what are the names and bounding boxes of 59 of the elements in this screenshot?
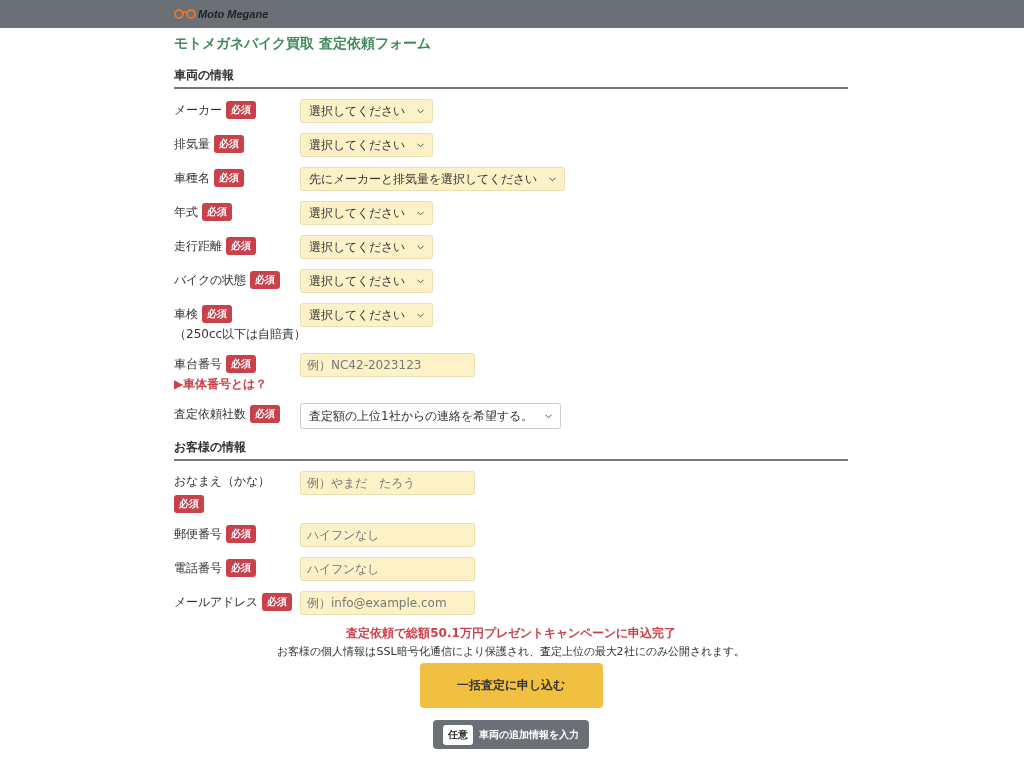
input-field[interactable]: 例）NC42-2023123 — [300, 353, 475, 377]
section-heading: お客様の情報 — [174, 439, 848, 461]
required-badge: 必須 — [226, 525, 256, 543]
select-field[interactable]: 選択してください — [300, 269, 433, 293]
field-label: おなまえ（かな） — [174, 473, 270, 490]
required-badge: 必須 — [226, 559, 256, 577]
input-field[interactable]: 例）やまだ たろう — [300, 471, 475, 495]
required-badge: 必須 — [262, 593, 292, 611]
select-field[interactable]: 選択してください — [300, 235, 433, 259]
required-badge: 必須 — [174, 495, 204, 513]
select-field[interactable]: 選択してください — [300, 133, 433, 157]
field-label: 郵便番号 — [174, 525, 222, 543]
field-label: メーカー — [174, 101, 222, 119]
field-label: 年式 — [174, 203, 198, 221]
input-field[interactable]: ハイフンなし — [300, 557, 475, 581]
select-field[interactable]: 選択してください — [300, 99, 433, 123]
field-label: 車種名 — [174, 169, 210, 187]
required-badge: 必須 — [250, 405, 280, 423]
chevron-icon — [417, 312, 424, 318]
chevron-icon — [417, 244, 424, 250]
additional-info-button[interactable]: 任意 車両の追加情報を入力 — [433, 720, 589, 749]
page-title: モトメガネバイク買取 査定依頼フォーム — [174, 35, 432, 53]
field-label: 排気量 — [174, 135, 210, 153]
required-badge: 必須 — [214, 169, 244, 187]
glasses-icon — [174, 9, 196, 19]
chevron-icon — [417, 278, 424, 284]
privacy-notice: お客様の個人情報はSSL暗号化通信により保護され、査定上位の最大2社にのみ公開されます。 — [277, 644, 745, 659]
select-field[interactable]: 選択してください — [300, 303, 433, 327]
required-badge: 必須 — [202, 203, 232, 221]
optional-tag: 任意 — [443, 724, 473, 745]
section-heading: 車両の情報 — [174, 67, 848, 89]
input-field[interactable]: ハイフンなし — [300, 523, 475, 547]
chevron-icon — [417, 142, 424, 148]
help-link[interactable]: ▶車体番号とは？ — [174, 376, 300, 393]
field-label: 車検 — [174, 305, 198, 323]
required-badge: 必須 — [226, 355, 256, 373]
chevron-icon — [544, 413, 552, 419]
select-field[interactable]: 先にメーカーと排気量を選択してください — [300, 167, 565, 191]
required-badge: 必須 — [214, 135, 244, 153]
chevron-icon — [417, 108, 424, 114]
required-badge: 必須 — [202, 305, 232, 323]
required-badge: 必須 — [226, 101, 256, 119]
field-label: 車台番号 — [174, 355, 222, 373]
field-label: バイクの状態 — [174, 271, 246, 289]
field-label: 走行距離 — [174, 237, 222, 255]
select-field[interactable]: 査定額の上位1社からの連絡を希望する。 — [300, 403, 561, 429]
button-label: 車両の追加情報を入力 — [479, 727, 579, 742]
input-field[interactable]: 例）info@example.com — [300, 591, 475, 615]
chevron-icon — [549, 176, 556, 182]
campaign-notice: 査定依頼で総額50.1万円プレゼントキャンペーンに申込完了 — [346, 625, 676, 642]
field-note: （250cc以下は自賠責） — [174, 326, 300, 343]
field-label: メールアドレス — [174, 593, 258, 611]
field-label: 電話番号 — [174, 559, 222, 577]
submit-button[interactable]: 一括査定に申し込む — [419, 663, 603, 708]
required-badge: 必須 — [226, 237, 256, 255]
field-label: 査定依頼社数 — [174, 405, 246, 423]
chevron-icon — [417, 210, 424, 216]
select-field[interactable]: 選択してください — [300, 201, 433, 225]
required-badge: 必須 — [250, 271, 280, 289]
